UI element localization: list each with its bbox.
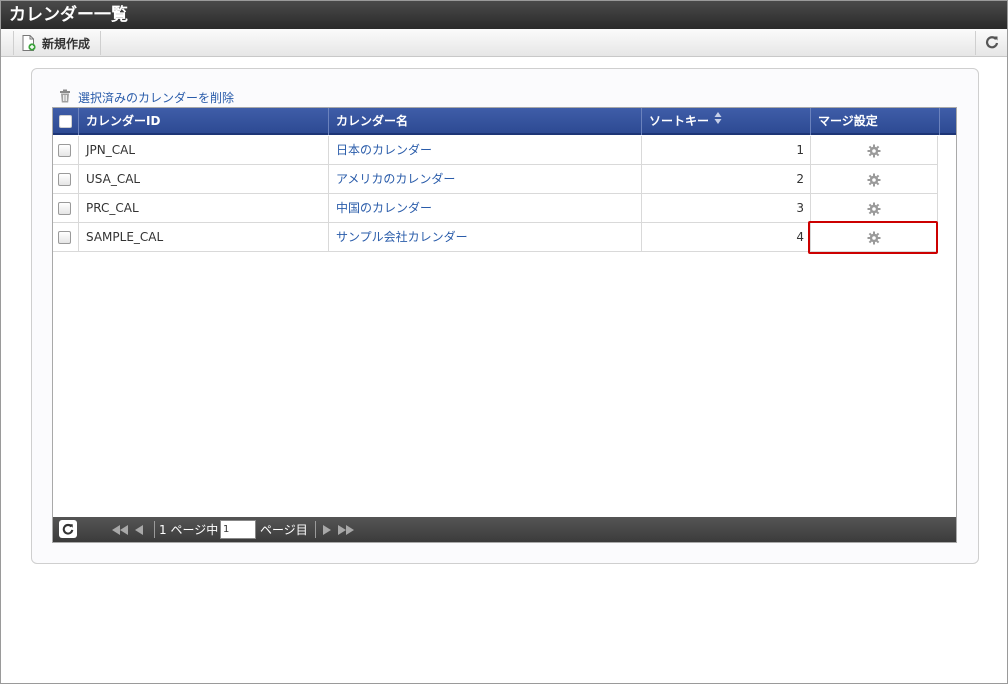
column-header-sort-key[interactable]: ソートキー [642, 108, 811, 135]
cell-calendar-name-link[interactable]: 中国のカレンダー [329, 194, 642, 223]
new-document-icon [22, 35, 36, 51]
gear-icon [867, 173, 881, 186]
prev-page-icon [135, 524, 143, 535]
cell-sort-key: 1 [642, 136, 811, 165]
row-checkbox-cell [53, 136, 79, 165]
cell-calendar-name-link[interactable]: サンプル会社カレンダー [329, 223, 642, 252]
pager-refresh-button[interactable] [59, 520, 77, 538]
last-page-button[interactable] [338, 517, 354, 542]
column-header-name[interactable]: カレンダー名 [329, 108, 642, 135]
last-page-icon [338, 524, 354, 535]
row-checkbox[interactable] [58, 173, 71, 186]
row-checkbox-cell [53, 165, 79, 194]
pager-separator [315, 521, 316, 538]
cell-sort-key: 4 [642, 223, 811, 252]
sort-icon [714, 108, 722, 135]
table-row: PRC_CAL 中国のカレンダー 3 [53, 194, 938, 223]
table-row: USA_CAL アメリカのカレンダー 2 [53, 165, 938, 194]
row-checkbox-cell [53, 194, 79, 223]
cell-calendar-id: USA_CAL [79, 165, 329, 194]
table-header: カレンダーID カレンダー名 ソートキー マージ設定 [53, 108, 956, 135]
pager: 1 ページ中 ページ目 [53, 517, 956, 542]
new-button[interactable]: 新規作成 [13, 31, 102, 55]
cell-calendar-name-link[interactable]: アメリカのカレンダー [329, 165, 642, 194]
delete-selected-label: 選択済みのカレンダーを削除 [78, 90, 235, 105]
next-page-button[interactable] [323, 517, 331, 542]
page-number-input[interactable] [220, 520, 256, 539]
merge-settings-button[interactable] [811, 194, 938, 223]
first-page-button[interactable] [112, 517, 128, 542]
cell-calendar-id: JPN_CAL [79, 136, 329, 165]
toolbar: 新規作成 [1, 29, 1007, 57]
table-row: SAMPLE_CAL サンプル会社カレンダー 4 [53, 223, 938, 252]
next-page-icon [323, 524, 331, 535]
table-row: JPN_CAL 日本のカレンダー 1 [53, 136, 938, 165]
first-page-icon [112, 524, 128, 535]
refresh-icon [985, 35, 999, 52]
page-prefix-label: 1 ページ中 [159, 523, 219, 537]
page-title: カレンダー一覧 [1, 1, 1007, 29]
cell-sort-key: 2 [642, 165, 811, 194]
delete-selected-link[interactable]: 選択済みのカレンダーを削除 [58, 88, 234, 106]
gear-icon [867, 202, 881, 215]
highlight-box [808, 221, 938, 254]
select-all-cell [53, 108, 79, 135]
toolbar-refresh-button[interactable] [975, 31, 1007, 55]
row-checkbox[interactable] [58, 144, 71, 157]
row-checkbox[interactable] [58, 202, 71, 215]
refresh-icon [62, 523, 74, 535]
prev-page-button[interactable] [135, 517, 143, 542]
page-suffix-label: ページ目 [260, 523, 308, 537]
row-checkbox[interactable] [58, 231, 71, 244]
trash-icon [58, 89, 72, 106]
calendar-table: カレンダーID カレンダー名 ソートキー マージ設定 JPN_CAL 日本のカレ… [52, 107, 957, 543]
merge-settings-button[interactable] [811, 136, 938, 165]
gear-icon [867, 144, 881, 157]
cell-calendar-id: SAMPLE_CAL [79, 223, 329, 252]
new-button-label: 新規作成 [42, 36, 91, 51]
column-header-merge[interactable]: マージ設定 [811, 108, 940, 135]
column-header-id[interactable]: カレンダーID [79, 108, 329, 135]
cell-sort-key: 3 [642, 194, 811, 223]
pager-separator [154, 521, 155, 538]
cell-calendar-id: PRC_CAL [79, 194, 329, 223]
calendar-list-window: カレンダー一覧 新規作成 選択済みのカレンダーを削除 カレンダーID カレンダー… [0, 0, 1008, 684]
row-checkbox-cell [53, 223, 79, 252]
sort-key-label: ソートキー [649, 114, 710, 128]
select-all-checkbox[interactable] [59, 115, 72, 128]
cell-calendar-name-link[interactable]: 日本のカレンダー [329, 136, 642, 165]
merge-settings-button[interactable] [811, 165, 938, 194]
